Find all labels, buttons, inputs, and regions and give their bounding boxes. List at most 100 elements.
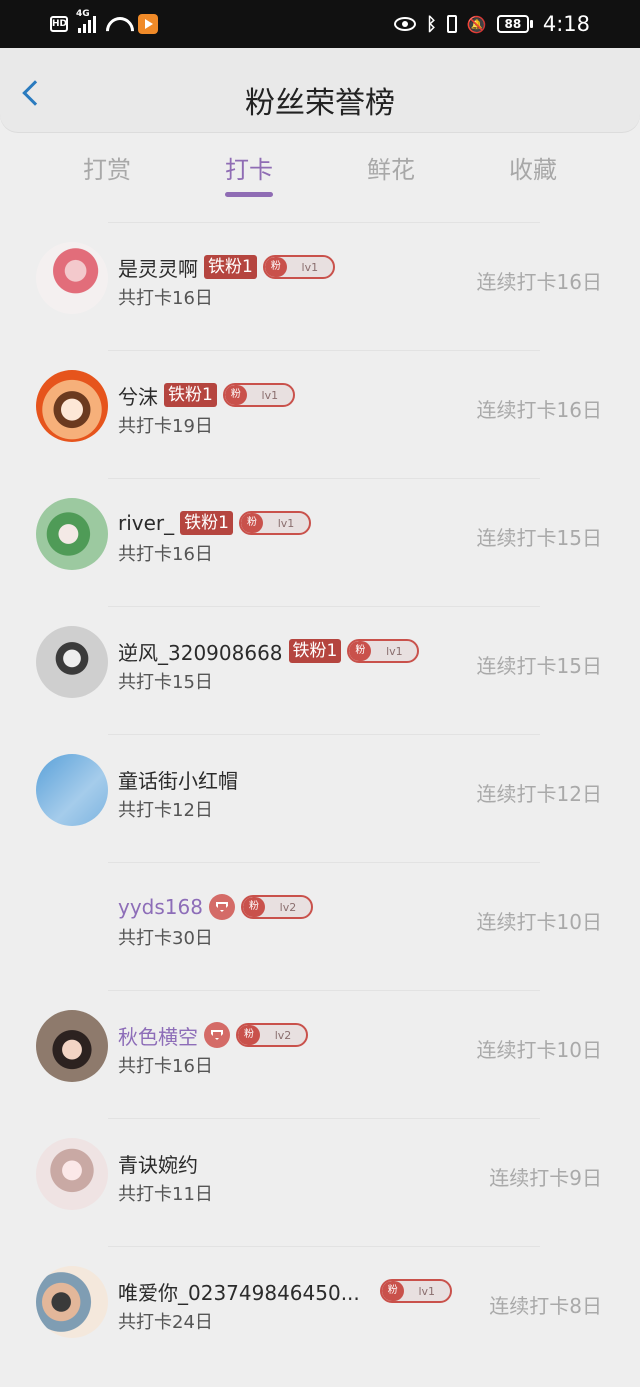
username[interactable]: 兮沫 (118, 381, 158, 410)
list-item[interactable]: 青诀婉约 共打卡11日 连续打卡9日 (0, 1118, 640, 1246)
avatar[interactable] (36, 1138, 108, 1210)
tab-checkin[interactable]: 打卡 (199, 150, 299, 185)
fan-level: lv1 (301, 260, 319, 274)
hd-icon: HD (50, 16, 68, 32)
wifi-icon (106, 15, 128, 33)
avatar[interactable] (36, 1010, 108, 1082)
total-checkins: 共打卡16日 (118, 288, 213, 309)
network-type: 4G (76, 9, 90, 19)
avatar[interactable] (36, 626, 108, 698)
total-checkins: 共打卡30日 (118, 928, 213, 949)
tab-bar: 打赏 打卡 鲜花 收藏 (0, 140, 640, 210)
fan-level-badge: 粉 lv1 (379, 1279, 452, 1303)
list-item[interactable]: 童话街小红帽 共打卡12日 连续打卡12日 (0, 734, 640, 862)
list-item[interactable]: 是灵灵啊 铁粉1 粉 lv1 共打卡16日 连续打卡16日 (0, 222, 640, 350)
eye-comfort-icon (394, 17, 417, 31)
iron-fan-badge: 铁粉1 (180, 511, 233, 535)
video-app-icon (138, 14, 158, 34)
username[interactable]: river_ (118, 511, 174, 535)
fan-label: 粉 (238, 1025, 260, 1045)
streak-text: 连续打卡10日 (476, 1038, 602, 1062)
tab-favorites[interactable]: 收藏 (483, 150, 583, 185)
active-tab-indicator (225, 192, 273, 197)
username[interactable]: 童话街小红帽 (118, 765, 238, 794)
name-line: 兮沫 铁粉1 粉 lv1 (118, 380, 295, 410)
list-item[interactable]: 秋色横空 粉 lv2 共打卡16日 连续打卡10日 (0, 990, 640, 1118)
list-item[interactable]: river_ 铁粉1 粉 lv1 共打卡16日 连续打卡15日 (0, 478, 640, 606)
fan-level-badge: 粉 lv1 (262, 255, 335, 279)
fan-level-badge: 粉 lv1 (347, 639, 420, 663)
username[interactable]: 是灵灵啊 (118, 253, 198, 282)
page-title: 粉丝荣誉榜 (245, 86, 395, 121)
fan-level-badge: 粉 lv2 (240, 895, 313, 919)
fan-label: 粉 (264, 257, 287, 277)
list-item[interactable]: 唯爱你_023749846450... 粉 lv1 共打卡24日 连续打卡8日 (0, 1246, 640, 1374)
list-item[interactable]: 逆风_320908668 铁粉1 粉 lv1 共打卡15日 连续打卡15日 (0, 606, 640, 734)
iron-fan-badge: 铁粉1 (164, 383, 217, 407)
avatar[interactable] (36, 242, 108, 314)
name-line: 秋色横空 粉 lv2 (118, 1020, 308, 1050)
fan-level: lv2 (279, 900, 297, 914)
streak-text: 连续打卡15日 (476, 654, 602, 678)
tab-reward[interactable]: 打赏 (57, 150, 157, 185)
username[interactable]: 青诀婉约 (118, 1149, 198, 1178)
diamond-vip-icon (204, 1022, 230, 1048)
fan-label: 粉 (242, 897, 265, 917)
username[interactable]: 逆风_320908668 (118, 637, 283, 666)
avatar[interactable] (36, 370, 108, 442)
total-checkins: 共打卡24日 (118, 1312, 213, 1333)
fan-label: 粉 (381, 1281, 404, 1301)
username[interactable]: yyds168 (118, 895, 203, 919)
avatar[interactable] (36, 754, 108, 826)
bluetooth-icon: ᛒ (426, 13, 437, 35)
total-checkins: 共打卡15日 (118, 672, 213, 693)
status-bar: HD 4G ᛒ 🔕 88 4:18 (0, 0, 640, 48)
avatar[interactable] (36, 1266, 108, 1338)
vibrate-icon (446, 15, 457, 33)
status-right: ᛒ 🔕 88 4:18 (394, 12, 590, 36)
avatar[interactable] (36, 498, 108, 570)
name-line: 逆风_320908668 铁粉1 粉 lv1 (118, 636, 420, 666)
fan-label: 粉 (349, 641, 372, 661)
name-line: 童话街小红帽 (118, 764, 238, 794)
total-checkins: 共打卡12日 (118, 800, 213, 821)
mute-bell-icon: 🔕 (466, 14, 487, 34)
fan-level-badge: 粉 lv1 (222, 383, 295, 407)
clock: 4:18 (542, 12, 590, 36)
list-item[interactable]: 兮沫 铁粉1 粉 lv1 共打卡19日 连续打卡16日 (0, 350, 640, 478)
signal-icon: 4G (76, 9, 96, 33)
total-checkins: 共打卡11日 (118, 1184, 213, 1205)
list-item[interactable]: yyds168 粉 lv2 共打卡30日 连续打卡10日 (0, 862, 640, 990)
name-line: river_ 铁粉1 粉 lv1 (118, 508, 311, 538)
username[interactable]: 秋色横空 (118, 1021, 198, 1050)
streak-text: 连续打卡12日 (476, 782, 602, 806)
fan-level: lv1 (277, 516, 295, 530)
fan-label: 粉 (240, 513, 263, 533)
iron-fan-badge: 铁粉1 (204, 255, 257, 279)
streak-text: 连续打卡16日 (476, 398, 602, 422)
name-line: 是灵灵啊 铁粉1 粉 lv1 (118, 252, 335, 282)
fan-level: lv1 (418, 1284, 436, 1298)
total-checkins: 共打卡19日 (118, 416, 213, 437)
total-checkins: 共打卡16日 (118, 544, 213, 565)
status-left: HD 4G (50, 9, 158, 34)
fan-level: lv2 (274, 1028, 292, 1042)
streak-text: 连续打卡10日 (476, 910, 602, 934)
fan-level-badge: 粉 lv1 (238, 511, 311, 535)
fan-level: lv1 (261, 388, 279, 402)
streak-text: 连续打卡15日 (476, 526, 602, 550)
tab-flowers[interactable]: 鲜花 (341, 150, 441, 185)
name-line: 青诀婉约 (118, 1148, 198, 1178)
name-line: 唯爱你_023749846450... 粉 lv1 (118, 1276, 452, 1306)
streak-text: 连续打卡8日 (489, 1294, 602, 1318)
total-checkins: 共打卡16日 (118, 1056, 213, 1077)
streak-text: 连续打卡16日 (476, 270, 602, 294)
username[interactable]: 唯爱你_023749846450... (118, 1277, 360, 1306)
app-header: 粉丝荣誉榜 (0, 48, 640, 132)
iron-fan-badge: 铁粉1 (288, 639, 342, 663)
name-line: yyds168 粉 lv2 (118, 892, 313, 922)
fan-label: 粉 (224, 385, 247, 405)
avatar[interactable] (36, 882, 108, 954)
fan-level-badge: 粉 lv2 (236, 1023, 308, 1047)
diamond-vip-icon (208, 894, 235, 920)
